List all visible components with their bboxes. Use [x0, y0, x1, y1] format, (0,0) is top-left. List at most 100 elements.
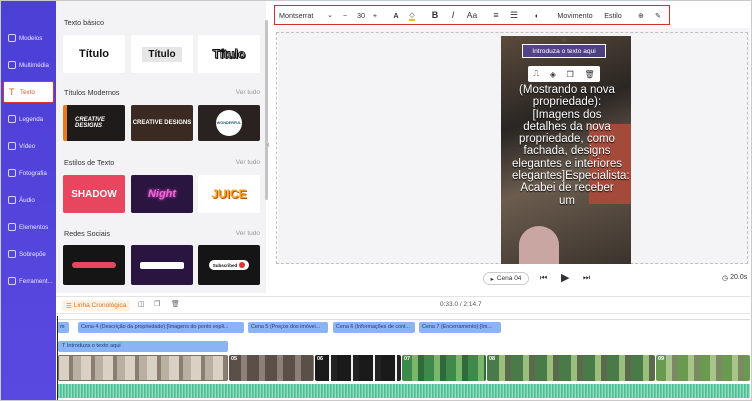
effects-icon[interactable]: ⊕: [635, 9, 647, 21]
section-title-styles: Estilos de Texto: [64, 158, 115, 167]
italic-button[interactable]: I: [448, 9, 458, 21]
delete-icon[interactable]: 🗑: [584, 70, 594, 79]
panel-scrollbar[interactable]: [265, 20, 268, 200]
tiktok-bar: [72, 262, 116, 268]
social-tiktok-thumb[interactable]: [63, 245, 125, 285]
text-templates-panel: Texto básico Título Título Título Título…: [56, 1, 266, 293]
modern-title-thumb-1[interactable]: CREATIVE DESIGNS: [63, 105, 125, 141]
basic-title-thumb[interactable]: Título: [63, 35, 125, 73]
font-size-increase-button[interactable]: +: [371, 9, 379, 21]
timeline-header: ☰ Linha Cronológica ◫ ❐ 🗑 0:33.0 / 2:14.7: [56, 296, 750, 314]
style-juice-thumb[interactable]: JUICE: [198, 175, 260, 213]
font-name: Montserrat: [279, 10, 314, 20]
scene-clip[interactable]: Cena 7 (Encerramento):[Im...: [419, 322, 501, 333]
scene-number: 05: [231, 356, 238, 362]
highlight-color-icon[interactable]: ◇: [407, 9, 417, 21]
nav-item-audio[interactable]: Áudio: [3, 189, 54, 211]
video-icon: [8, 142, 16, 150]
nav-item-multimedia[interactable]: Multimédia: [3, 54, 54, 76]
audio-waveform[interactable]: [58, 384, 750, 398]
rotate-handle-icon[interactable]: ⊕: [561, 36, 567, 44]
font-size-decrease-button[interactable]: −: [341, 9, 349, 21]
social-instagram-thumb[interactable]: [131, 245, 193, 285]
movement-button[interactable]: Movimento: [556, 9, 594, 21]
next-icon[interactable]: ⏭: [583, 273, 590, 283]
scene-clip[interactable]: Cena 4 (Descrição da propriedade):[Image…: [78, 322, 244, 333]
scene-strip[interactable]: 09: [656, 355, 750, 381]
nav-item-video[interactable]: Vídeo: [3, 135, 54, 157]
scene-strip[interactable]: [58, 355, 228, 381]
edit-pen-icon[interactable]: ✎: [653, 9, 663, 21]
bold-button[interactable]: B: [430, 9, 440, 21]
chevron-down-icon: ⌄: [327, 12, 333, 19]
modern-title-thumb-2[interactable]: CREATIVE DESIGNS: [131, 105, 193, 141]
see-all-styles[interactable]: Ver tudo: [236, 159, 260, 166]
font-select[interactable]: Montserrat ⌄: [279, 9, 333, 21]
section-title-modern: Títulos Modernos: [64, 88, 120, 97]
overlay-text[interactable]: (Mostrando a nova propriedade):[Imagens …: [512, 84, 630, 207]
selected-text-box[interactable]: Introduza o texto aqui: [522, 44, 606, 58]
scene-strip[interactable]: 08: [487, 355, 655, 381]
nav-item-legenda[interactable]: Legenda: [3, 108, 54, 130]
text-color-icon[interactable]: A: [391, 9, 401, 21]
overlay-icon: [8, 250, 16, 258]
section-title-social: Redes Sociais: [64, 229, 110, 238]
scene-clip[interactable]: Cena 5 (Preços dos imóvei...: [248, 322, 328, 333]
playhead[interactable]: [57, 316, 58, 400]
see-all-social[interactable]: Ver tudo: [236, 230, 260, 237]
see-all-modern[interactable]: Ver tudo: [236, 89, 260, 96]
duration-value: 20.0s: [730, 274, 748, 281]
style-shadow-thumb[interactable]: SHADOW: [63, 175, 125, 213]
bell-icon: [239, 262, 246, 268]
nav-item-fotografia[interactable]: Fotografia: [3, 162, 54, 184]
nav-item-elementos[interactable]: Elementos: [3, 216, 54, 238]
social-youtube-thumb[interactable]: Subscribed: [198, 245, 260, 285]
modern-title-thumb-3[interactable]: WONDERFUL: [198, 105, 260, 141]
previous-icon[interactable]: ⏮: [540, 273, 547, 283]
timeline-tab[interactable]: ☰ Linha Cronológica: [62, 300, 131, 311]
timeline-time: 0:33.0 / 2:14.7: [440, 301, 482, 308]
align-center-icon[interactable]: ≡: [491, 9, 501, 21]
play-icon[interactable]: ▶: [561, 271, 569, 284]
tools-icon: [8, 277, 16, 285]
scene-number: 06: [317, 356, 324, 362]
scene-strip[interactable]: 07: [402, 355, 486, 381]
text-track-label: Introduza o texto aqui: [66, 343, 121, 349]
nav-item-sobrepoe[interactable]: Sobrepõe: [3, 243, 54, 265]
style-night-thumb[interactable]: Night: [131, 175, 193, 213]
split-icon[interactable]: ◫: [138, 300, 145, 308]
format-icon[interactable]: ⎍: [533, 69, 539, 79]
scene-strip[interactable]: 06: [315, 355, 401, 381]
nav-label: Fotografia: [19, 169, 47, 177]
audio-icon: [8, 196, 16, 204]
duplicate-icon[interactable]: ❐: [567, 70, 574, 79]
copy-icon[interactable]: ❐: [154, 300, 160, 308]
opacity-icon[interactable]: ◐: [532, 9, 542, 21]
layers-icon[interactable]: ◈: [550, 70, 556, 79]
photo-icon: [8, 169, 16, 177]
section-title-basic: Texto básico: [64, 18, 104, 27]
style-button[interactable]: Estilo: [601, 9, 625, 21]
thumb-text: WONDERFUL: [216, 110, 242, 136]
nav-label: Elementos: [19, 223, 49, 231]
basic-title-boxed-thumb[interactable]: Título: [131, 35, 193, 73]
media-icon: [8, 61, 16, 69]
line-spacing-icon[interactable]: ☰: [509, 9, 519, 21]
scene-strip[interactable]: 05: [229, 355, 314, 381]
trash-icon[interactable]: 🗑: [171, 300, 180, 308]
scene-clip[interactable]: Cena 6 (Informações de cont...: [333, 322, 415, 333]
font-size-value[interactable]: 30: [353, 9, 369, 21]
scene-number: 09: [658, 356, 665, 362]
basic-title-outline-thumb[interactable]: Título: [198, 35, 260, 73]
nav-item-modelos[interactable]: Modelos: [3, 27, 54, 49]
scene-selector[interactable]: ▸ Cena 04: [483, 272, 529, 285]
nav-item-texto[interactable]: T Texto: [3, 81, 54, 103]
text-case-button[interactable]: Aa: [465, 9, 479, 21]
textbox-label: Introduza o texto aqui: [532, 47, 596, 55]
text-track-clip[interactable]: T Introduza o texto aqui: [58, 341, 228, 352]
thumb-text: Título: [142, 46, 182, 62]
nav-item-ferramentas[interactable]: Ferrament...: [3, 270, 54, 292]
collapse-panel-icon[interactable]: ‹: [267, 140, 273, 160]
scene-duration[interactable]: ◷ 20.0s: [722, 274, 747, 282]
scene-clip[interactable]: m: [57, 322, 69, 333]
